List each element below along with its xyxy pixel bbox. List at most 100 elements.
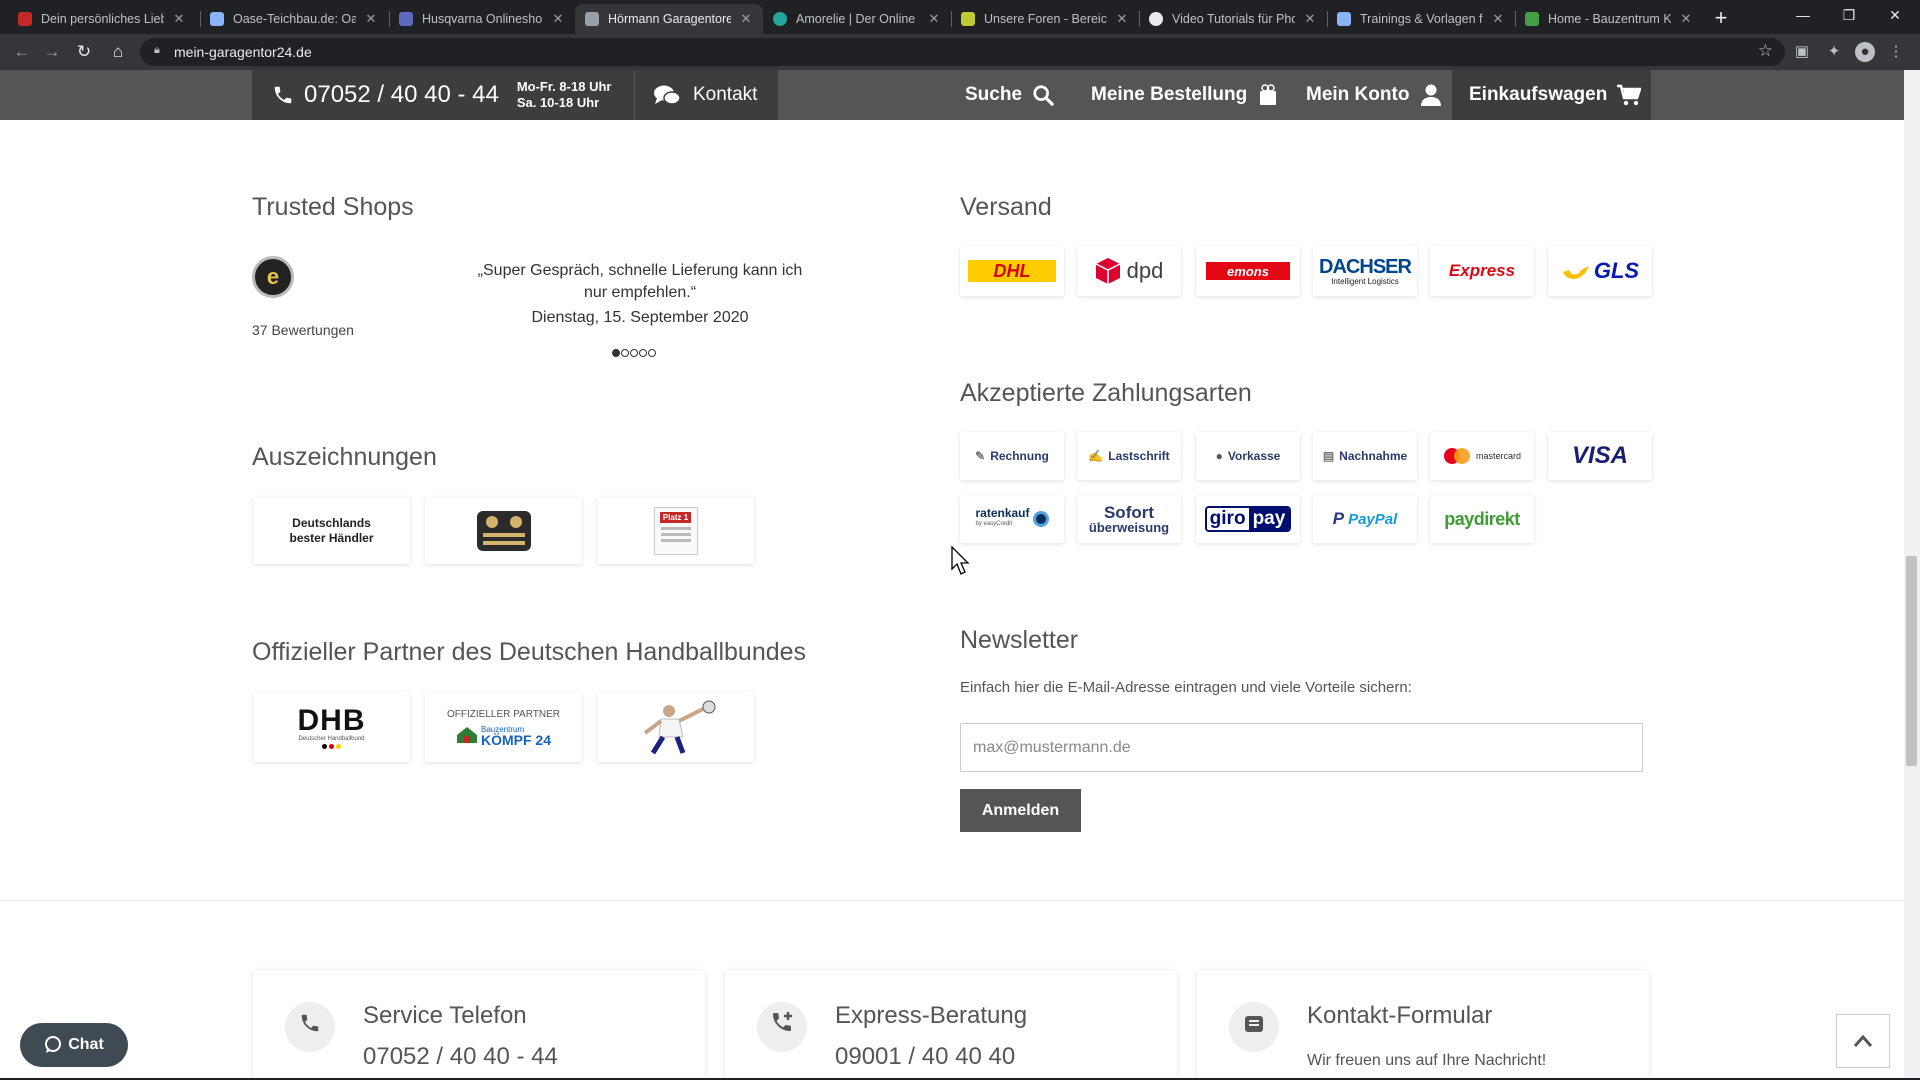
dachser-wordmark: DACHSER xyxy=(1319,255,1412,278)
header-search-button[interactable]: Suche xyxy=(965,70,1054,120)
tab-close-icon[interactable]: ✕ xyxy=(1115,11,1129,27)
dachser-logo: DACHSER Intelligent Logistics xyxy=(1313,246,1417,296)
partner-heading: Offizieller Partner des Deutschen Handba… xyxy=(252,638,807,666)
browser-tab[interactable]: Dein persönliches Lieb ✕ xyxy=(8,4,196,34)
koempf-name: KÖMPF 24 xyxy=(480,731,551,748)
browser-tab[interactable]: Husqvarna Onlineshop ✕ xyxy=(389,4,575,34)
header-phone-box[interactable]: 07052 / 40 40 - 44 Mo-Fr. 8-18 Uhr Sa. 1… xyxy=(252,70,634,120)
express-consulting-card[interactable]: Express-Beratung 09001 / 40 40 40 xyxy=(725,970,1177,1080)
tab-favicon xyxy=(1525,12,1539,26)
tab-favicon xyxy=(399,12,413,26)
restore-icon[interactable]: ❐ xyxy=(1826,0,1872,34)
sofort-logo: Sofort überweisung xyxy=(1077,495,1181,543)
chevron-up-icon xyxy=(1853,1034,1873,1047)
forward-icon[interactable]: → xyxy=(38,39,66,65)
hours-saturday: Sa. 10-18 Uhr xyxy=(516,95,600,110)
scrollbar-thumb[interactable] xyxy=(1906,556,1917,766)
award-badges-image xyxy=(476,510,531,551)
menu-dots-icon[interactable]: ⋮ xyxy=(1886,42,1906,62)
lastschrift-label: Lastschrift xyxy=(1108,449,1170,463)
address-bar[interactable]: 🔒︎ mein-garagentor24.de ☆ xyxy=(140,38,1785,66)
contact-form-icon xyxy=(1229,1002,1279,1052)
paydirekt-wordmark: paydirekt xyxy=(1444,508,1520,529)
review-quote: „Super Gespräch, schnelle Lieferung kann… xyxy=(477,262,803,301)
tab-close-icon[interactable]: ✕ xyxy=(172,11,186,27)
cash-on-delivery-icon: ▤ xyxy=(1322,449,1335,463)
tab-favicon xyxy=(210,12,224,26)
handball-player-figure xyxy=(643,700,715,755)
sofort-wordmark: Sofort xyxy=(1103,502,1155,522)
newsletter-email-input[interactable] xyxy=(960,723,1643,772)
tab-title: Dein persönliches Lieb xyxy=(41,12,164,26)
minimize-icon[interactable]: — xyxy=(1780,0,1826,34)
header-account-button[interactable]: Mein Konto xyxy=(1306,70,1442,120)
card-phone-number[interactable]: 07052 / 40 40 - 44 xyxy=(363,1043,558,1071)
card-title: Express-Beratung xyxy=(835,1002,1028,1029)
profile-avatar[interactable]: ● xyxy=(1855,42,1875,62)
header-phone-number[interactable]: 07052 / 40 40 - 44 xyxy=(304,81,499,109)
award-badges-logo xyxy=(425,497,582,564)
account-label: Mein Konto xyxy=(1306,84,1410,105)
service-phone-card[interactable]: Service Telefon 07052 / 40 40 - 44 xyxy=(253,970,705,1080)
newsletter-description: Einfach hier die E-Mail-Adresse eintrage… xyxy=(960,679,1412,696)
header-orders-button[interactable]: Meine Bestellung xyxy=(1091,70,1277,120)
browser-tab[interactable]: Amorelie | Der Online S ✕ xyxy=(763,4,951,34)
lock-icon: 🔒︎ xyxy=(154,44,160,56)
nachnahme-logo: ▤ Nachnahme xyxy=(1313,432,1417,480)
close-window-icon[interactable]: ✕ xyxy=(1872,0,1918,34)
carousel-dot[interactable] xyxy=(621,349,629,357)
browser-tab[interactable]: Unsere Foren - Bereich ✕ xyxy=(951,4,1139,34)
carousel-dot-active[interactable] xyxy=(612,349,620,357)
reload-icon[interactable]: ↻ xyxy=(70,39,98,65)
chat-button[interactable]: Chat xyxy=(20,1023,128,1067)
award-line-2: bester Händler xyxy=(289,530,374,545)
home-icon[interactable]: ⌂ xyxy=(104,39,132,65)
awards-heading: Auszeichnungen xyxy=(252,443,437,471)
card-phone-number[interactable]: 09001 / 40 40 40 xyxy=(835,1043,1015,1071)
back-icon[interactable]: ← xyxy=(8,39,36,65)
award-best-dealer-logo: Deutschlands bester Händler xyxy=(253,497,410,564)
tab-title: Home - Bauzentrum Kö xyxy=(1548,12,1671,26)
tab-close-icon[interactable]: ✕ xyxy=(1303,11,1317,27)
browser-tab[interactable]: Trainings & Vorlagen fü ✕ xyxy=(1327,4,1515,34)
header-cart-button[interactable]: Einkaufswagen xyxy=(1452,70,1651,120)
user-icon xyxy=(1421,84,1442,106)
browser-tab[interactable]: Home - Bauzentrum Kö ✕ xyxy=(1515,4,1703,34)
dhb-subtitle: Deutscher Handballbund xyxy=(298,735,365,742)
url-text[interactable]: mein-garagentor24.de xyxy=(174,44,312,60)
tab-close-icon[interactable]: ✕ xyxy=(551,11,565,27)
trusted-shops-badge[interactable]: e xyxy=(252,256,294,298)
newsletter-subscribe-button[interactable]: Anmelden xyxy=(960,789,1081,832)
carousel-dot[interactable] xyxy=(648,349,656,357)
tab-close-icon[interactable]: ✕ xyxy=(1491,11,1505,27)
cast-icon[interactable]: ▣ xyxy=(1792,42,1812,62)
browser-tab-active[interactable]: Hörmann Garagentore ✕ xyxy=(575,4,763,34)
tab-title: Trainings & Vorlagen fü xyxy=(1360,12,1483,26)
card-subtitle: Wir freuen uns auf Ihre Nachricht! xyxy=(1307,1052,1547,1069)
carousel-dot[interactable] xyxy=(630,349,638,357)
carousel-dot[interactable] xyxy=(639,349,647,357)
vorkasse-label: Vorkasse xyxy=(1227,449,1281,463)
cart-icon xyxy=(1617,84,1642,106)
easycredit-icon xyxy=(1032,511,1049,527)
browser-tab[interactable]: Video Tutorials für Pho ✕ xyxy=(1139,4,1327,34)
new-tab-icon[interactable]: + xyxy=(1708,6,1734,32)
tab-close-icon[interactable]: ✕ xyxy=(739,11,753,27)
scroll-to-top-button[interactable] xyxy=(1836,1014,1890,1068)
tab-close-icon[interactable]: ✕ xyxy=(1679,11,1693,27)
rechnung-logo: ✎ Rechnung xyxy=(960,432,1064,480)
extensions-icon[interactable]: ✦ xyxy=(1824,42,1844,62)
platz1-seal: Platz 1 xyxy=(653,506,698,555)
lastschrift-logo: ✍ Lastschrift xyxy=(1077,432,1181,480)
browser-tab[interactable]: Oase-Teichbau.de: Oas ✕ xyxy=(200,4,388,34)
koempf-partner-label: OFFIZIELLER PARTNER xyxy=(447,708,560,720)
contact-form-card[interactable]: Kontakt-Formular Wir freuen uns auf Ihre… xyxy=(1197,970,1649,1080)
express-wordmark: Express xyxy=(1448,261,1516,280)
tab-close-icon[interactable]: ✕ xyxy=(927,11,941,27)
tab-close-icon[interactable]: ✕ xyxy=(364,11,378,27)
header-kontakt-button[interactable]: Kontakt xyxy=(635,70,778,120)
phone-plus-icon xyxy=(757,1002,807,1052)
bookmark-star-icon[interactable]: ☆ xyxy=(1758,41,1773,61)
dhl-logo: DHL xyxy=(960,246,1064,296)
review-count[interactable]: 37 Bewertungen xyxy=(252,322,354,338)
